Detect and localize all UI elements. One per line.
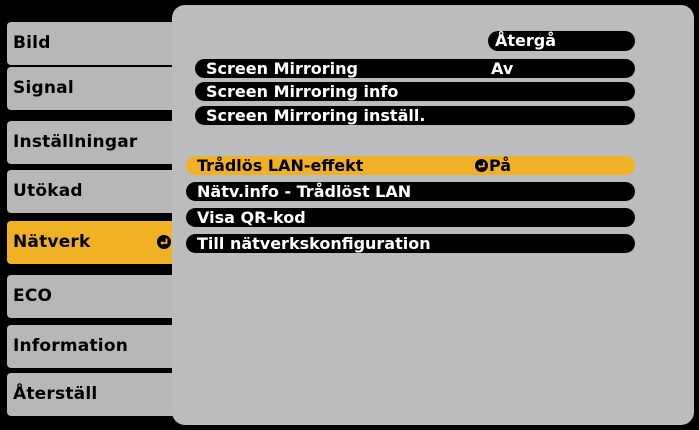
option-label: Screen Mirroring bbox=[206, 59, 358, 78]
tab-eco[interactable]: ECO bbox=[7, 275, 180, 318]
tab-label: Nätverk bbox=[13, 232, 91, 252]
tab-bild[interactable]: Bild bbox=[7, 22, 180, 65]
option-label: Till nätverkskonfiguration bbox=[197, 234, 431, 253]
tab-label: Återställ bbox=[13, 384, 98, 404]
enter-icon bbox=[475, 159, 488, 172]
option-label: Nätv.info - Trådlöst LAN bbox=[197, 182, 412, 201]
tab-label: Information bbox=[13, 336, 129, 356]
option-tradlos-lan-effekt[interactable]: Trådlös LAN-effekt På bbox=[186, 156, 635, 175]
tab-signal[interactable]: Signal bbox=[7, 67, 180, 110]
option-label: Trådlös LAN-effekt bbox=[197, 156, 364, 175]
option-value: Av bbox=[491, 59, 514, 78]
tab-label: Utökad bbox=[13, 181, 83, 201]
tab-label: Bild bbox=[13, 33, 51, 53]
tab-aterstall[interactable]: Återställ bbox=[7, 373, 180, 416]
tab-information[interactable]: Information bbox=[7, 325, 180, 368]
option-screen-mirroring[interactable]: Screen Mirroring Av bbox=[195, 59, 635, 78]
enter-icon bbox=[157, 235, 171, 249]
option-label: Screen Mirroring info bbox=[206, 82, 399, 101]
tab-label: Signal bbox=[13, 78, 74, 98]
tab-utokad[interactable]: Utökad bbox=[7, 170, 180, 213]
back-button[interactable]: Återgå bbox=[488, 31, 635, 51]
option-screen-mirroring-info[interactable]: Screen Mirroring info bbox=[195, 82, 635, 101]
option-label: Screen Mirroring inställ. bbox=[206, 106, 426, 125]
tab-natverk[interactable]: Nätverk bbox=[7, 221, 180, 264]
option-value: På bbox=[489, 156, 512, 175]
option-visa-qr-kod[interactable]: Visa QR-kod bbox=[186, 208, 635, 227]
option-till-natverkskonfiguration[interactable]: Till nätverkskonfiguration bbox=[186, 234, 635, 253]
tab-installningar[interactable]: Inställningar bbox=[7, 121, 180, 164]
back-label: Återgå bbox=[495, 31, 557, 50]
option-natv-info[interactable]: Nätv.info - Trådlöst LAN bbox=[186, 182, 635, 201]
option-label: Visa QR-kod bbox=[197, 208, 306, 227]
tab-label: Inställningar bbox=[13, 132, 138, 152]
option-screen-mirroring-install[interactable]: Screen Mirroring inställ. bbox=[195, 106, 635, 125]
tab-label: ECO bbox=[13, 286, 53, 306]
